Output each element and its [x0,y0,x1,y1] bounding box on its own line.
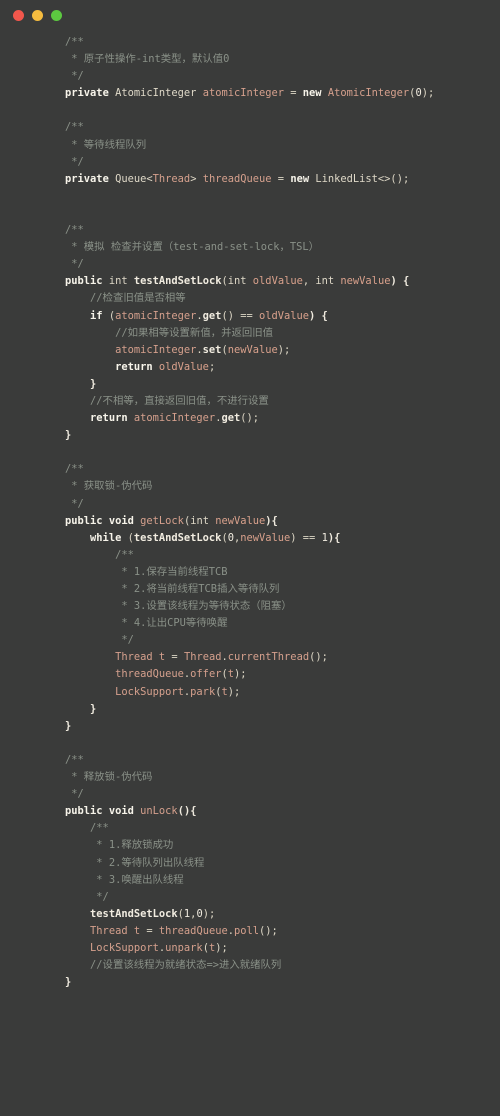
close-button[interactable] [13,9,24,21]
code-line: return oldValue; [115,360,216,373]
code-line: */ [40,497,84,510]
code-line: */ [40,70,84,83]
code-line: if (atomicInteger.get() == oldValue) { [90,309,328,322]
code-line: } [40,377,97,390]
code-line: private Queue<Thread> threadQueue = new … [65,172,410,185]
code-line: } [40,976,72,989]
code-line: Thread t = Thread.currentThread(); [115,651,328,664]
code-line: /** [40,463,84,476]
code-line: */ [40,634,134,647]
code-line: return atomicInteger.get(); [90,412,260,425]
code-line: * 等待线程队列 [40,138,147,151]
code-line: LockSupport.unpark(t); [90,941,228,954]
code-line: * 2.等待队列出队线程 [40,856,205,869]
code-line: */ [40,155,84,168]
code-line: * 模拟 检查并设置（test-and-set-lock，TSL） [40,241,320,254]
code-line: //检查旧值是否相等 [40,292,186,305]
code-line: //不相等，直接返回旧值，不进行设置 [40,394,269,407]
code-line: * 3.唤醒出队线程 [40,873,184,886]
code-line: /** [40,548,134,561]
code-line: } [40,719,72,732]
code-area: /** * 原子性操作-int类型，默认值0 */ private Atomic… [0,30,500,991]
code-line: LockSupport.park(t); [115,685,241,698]
code-line: private AtomicInteger atomicInteger = ne… [65,87,435,100]
code-line: * 1.释放锁成功 [40,839,174,852]
minimize-button[interactable] [32,9,43,21]
code-line: public int testAndSetLock(int oldValue, … [65,275,410,288]
code-line: */ [40,890,109,903]
code-line: * 获取锁-伪代码 [40,480,153,493]
code-line: * 2.将当前线程TCB插入等待队列 [40,583,280,595]
code-line: threadQueue.offer(t); [115,668,247,681]
code-line: * 原子性操作-int类型，默认值0 [40,53,230,66]
code-line: * 4.让出CPU等待唤醒 [40,617,228,630]
code-line: */ [40,258,84,271]
code-line: /** [40,753,84,766]
code-line: testAndSetLock(1,0); [90,907,216,920]
code-line: public void unLock(){ [65,805,197,818]
code-line: atomicInteger.set(newValue); [115,343,291,356]
code-line: /** [40,822,109,835]
code-line: /** [40,121,84,134]
code-line: Thread t = threadQueue.poll(); [90,924,278,937]
code-line: //设置该线程为就绪状态=>进入就绪队列 [40,959,282,972]
code-line: /** [40,224,84,237]
code-line: * 1.保存当前线程TCB [40,565,228,578]
code-line: * 释放锁-伪代码 [40,771,153,784]
code-line: } [40,702,97,715]
code-snippet-window: /** * 原子性操作-int类型，默认值0 */ private Atomic… [0,0,500,1116]
code-line: /** [40,36,84,48]
code-line: } [40,429,72,442]
code-line: public void getLock(int newValue){ [65,514,278,527]
code-line: while (testAndSetLock(0,newValue) == 1){ [90,531,341,544]
window-titlebar [0,0,500,30]
code-line: */ [40,788,84,801]
code-line: * 3.设置该线程为等待状态（阻塞） [40,600,292,613]
code-line: //如果相等设置新值，并返回旧值 [40,326,274,339]
maximize-button[interactable] [51,9,62,21]
